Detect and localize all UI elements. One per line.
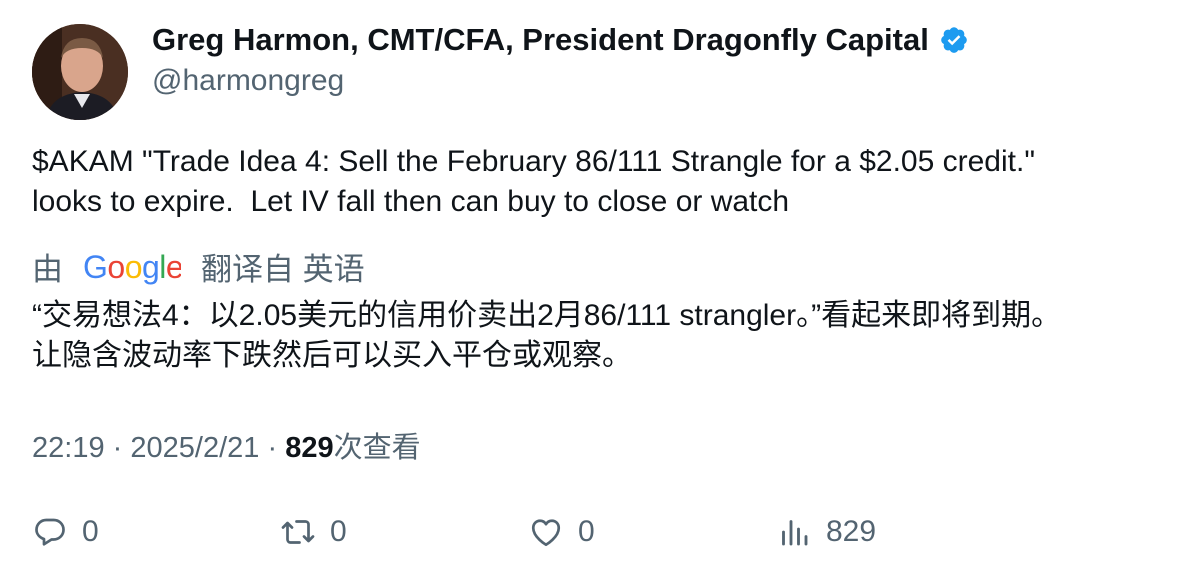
tweet-time[interactable]: 22:19 (32, 432, 105, 464)
verified-badge-icon (941, 27, 967, 53)
google-logo: Google (83, 249, 181, 285)
like-button[interactable]: 0 (528, 508, 595, 556)
action-bar: 0 0 0 829 (32, 508, 1172, 556)
translated-text: “交易想法4：以2.05美元的信用价卖出2月86/111 strangler。”… (32, 299, 1062, 372)
meta-separator: · (112, 432, 123, 464)
tweet-date[interactable]: 2025/2/21 (130, 432, 259, 464)
translation-suffix: 翻译自 英语 (201, 251, 365, 287)
tweet-meta: 22:19 · 2025/2/21 · 829次查看 (32, 424, 421, 466)
views-icon (782, 520, 808, 546)
retweet-icon (281, 520, 315, 544)
svg-text:Google: Google (83, 249, 181, 285)
reply-count: 0 (82, 515, 99, 548)
meta-separator: · (267, 432, 278, 464)
translation-prefix: 由 (32, 251, 63, 287)
like-icon (531, 519, 561, 547)
tweet-text: $AKAM "Trade Idea 4: Sell the February 8… (32, 145, 1035, 218)
author-handle[interactable]: @harmongreg (152, 64, 344, 98)
like-count: 0 (578, 515, 595, 548)
views-label: 次查看 (333, 432, 421, 464)
views-action-count: 829 (826, 515, 877, 548)
avatar[interactable] (32, 24, 128, 120)
author-display-name-text: Greg Harmon, CMT/CFA, President Dragonfl… (152, 22, 929, 57)
views-count: 829 (285, 432, 334, 464)
retweet-count: 0 (330, 515, 347, 548)
avatar-image (32, 24, 128, 120)
reply-icon (35, 518, 65, 546)
translation-attribution: 由 Google 翻译自 英语 (32, 246, 365, 287)
author-display-name[interactable]: Greg Harmon, CMT/CFA, President Dragonfl… (152, 22, 969, 58)
reply-button[interactable]: 0 (32, 508, 99, 556)
retweet-button[interactable]: 0 (280, 508, 347, 556)
views-button[interactable]: 829 (776, 508, 876, 556)
